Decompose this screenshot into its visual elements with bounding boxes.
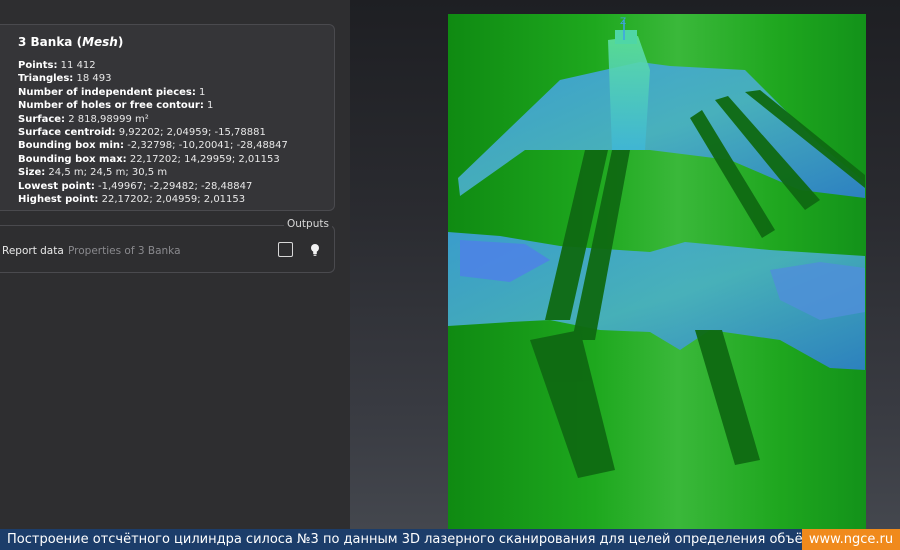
viewport-scene: Z: [448, 14, 866, 529]
property-row: Lowest point: -1,49967; -2,29482; -28,48…: [18, 180, 288, 193]
property-label: Lowest point:: [18, 180, 95, 192]
property-label: Number of independent pieces:: [18, 86, 196, 98]
property-label: Points:: [18, 60, 58, 71]
property-row: Size: 24,5 m; 24,5 m; 30,5 m: [18, 166, 288, 179]
3d-viewport[interactable]: Z: [350, 0, 900, 529]
property-row: Number of holes or free contour: 1: [18, 99, 288, 112]
property-label: Surface centroid:: [18, 127, 116, 139]
property-row: Highest point: 22,17202; 2,04959; 2,0115…: [18, 193, 288, 206]
object-type: Mesh: [82, 35, 118, 49]
property-value: 18 493: [73, 73, 112, 85]
property-row: Bounding box min: -2,32798; -10,20041; -…: [18, 139, 288, 152]
object-properties-box: 3 Banka (Mesh) Points: 11 412 Triangles: …: [0, 24, 335, 211]
outputs-legend: Outputs: [284, 218, 332, 230]
property-value: 9,92202; 2,04959; -15,78881: [115, 127, 266, 139]
property-label: Surface:: [18, 113, 66, 125]
object-title: 3 Banka (Mesh): [18, 35, 124, 49]
property-row: Surface: 2 818,98999 m²: [18, 113, 288, 126]
property-value: 24,5 m; 24,5 m; 30,5 m: [45, 167, 168, 179]
outputs-box: Report data Properties of 3 Banka: [0, 225, 335, 273]
property-value: 11 412: [57, 60, 96, 71]
property-row: Points: 11 412: [18, 59, 288, 72]
property-value: 2 818,98999 m²: [65, 113, 149, 125]
property-row: Bounding box max: 22,17202; 14,29959; 2,…: [18, 153, 288, 166]
property-label: Triangles:: [18, 73, 74, 85]
property-label: Number of holes or free contour:: [18, 100, 204, 112]
property-label: Bounding box max:: [18, 153, 127, 165]
property-row: Number of independent pieces: 1: [18, 86, 288, 99]
property-value: 22,17202; 14,29959; 2,01153: [126, 153, 280, 165]
report-data-value: Properties of 3 Banka: [68, 245, 181, 257]
property-value: 1: [195, 86, 206, 98]
caption-bar: Построение отсчётного цилиндра силоса №3…: [0, 529, 802, 550]
lightbulb-icon[interactable]: [310, 243, 320, 257]
property-value: -2,32798; -10,20041; -28,48847: [124, 140, 288, 152]
property-value: -1,49967; -2,29482; -28,48847: [94, 180, 253, 192]
property-row: Surface centroid: 9,92202; 2,04959; -15,…: [18, 126, 288, 139]
property-label: Highest point:: [18, 194, 99, 206]
site-link[interactable]: www.ngce.ru: [802, 529, 900, 550]
report-checkbox[interactable]: [278, 242, 293, 257]
properties-panel: 3 Banka (Mesh) Points: 11 412 Triangles: …: [0, 0, 350, 529]
property-list: Points: 11 412 Triangles: 18 493 Number of…: [18, 59, 288, 206]
z-axis-label: Z: [620, 17, 626, 27]
property-label: Size:: [18, 167, 46, 179]
property-row: Triangles: 18 493: [18, 72, 288, 85]
property-value: 22,17202; 2,04959; 2,01153: [98, 194, 246, 206]
property-label: Bounding box min:: [18, 140, 125, 152]
property-value: 1: [203, 100, 214, 112]
report-data-label: Report data: [2, 245, 64, 257]
object-name: 3 Banka: [18, 35, 73, 49]
